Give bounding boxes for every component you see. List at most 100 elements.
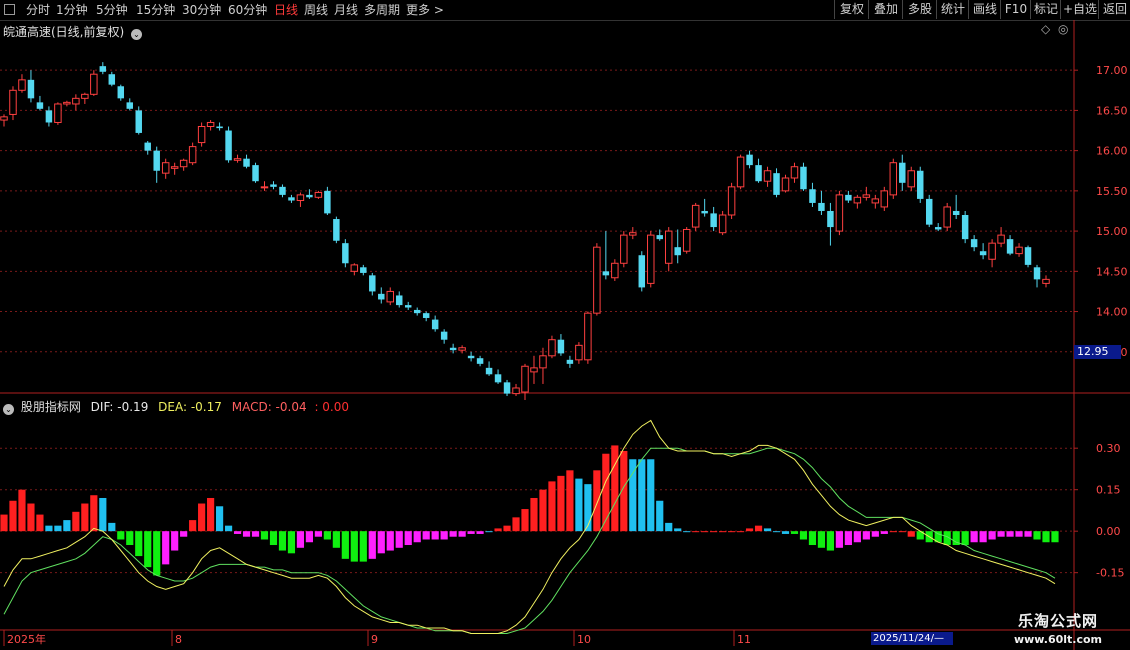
- macd-bar: [54, 525, 62, 532]
- time-tick-label: 9: [371, 633, 378, 646]
- candle-body: [539, 355, 547, 369]
- candle-body: [81, 93, 89, 99]
- macd-bar: [584, 484, 592, 532]
- time-tick-label: 11: [737, 633, 751, 646]
- macd-bar: [970, 531, 978, 543]
- macd-bar: [997, 531, 1005, 537]
- macd-bar: [781, 531, 790, 534]
- macd-bar: [647, 459, 655, 532]
- macd-bar: [790, 531, 799, 534]
- macd-bar: [512, 517, 520, 532]
- macd-bar: [907, 531, 915, 537]
- candle-body: [575, 344, 583, 361]
- macd-bar: [638, 459, 646, 532]
- macd-bar: [153, 531, 161, 576]
- candle-body: [566, 359, 574, 364]
- macd-bar: [45, 525, 53, 532]
- macd-bar: [449, 531, 457, 537]
- candle-body: [252, 165, 259, 182]
- watermark-title: 乐淘公式网: [1017, 612, 1098, 630]
- candle-body: [279, 186, 286, 195]
- macd-bar: [36, 514, 44, 532]
- macd-bar: [215, 506, 224, 532]
- candle-body: [790, 166, 799, 179]
- candle-body: [899, 162, 906, 183]
- candle-body: [108, 74, 116, 85]
- candle-body: [701, 210, 708, 214]
- candle-body: [602, 271, 610, 276]
- macd-bar: [395, 531, 403, 548]
- candle-body: [1033, 267, 1041, 280]
- candle-body: [979, 251, 987, 256]
- candle-body: [260, 186, 269, 189]
- macd-bar: [772, 531, 781, 533]
- macd-bar: [988, 531, 996, 540]
- candle-body: [144, 142, 151, 151]
- macd-bar: [18, 489, 26, 532]
- candle-body: [871, 198, 880, 204]
- candle-body: [378, 293, 385, 300]
- macd-bar: [99, 497, 107, 532]
- macd-bar: [485, 531, 493, 533]
- candle-body: [952, 210, 960, 215]
- candle-body: [467, 355, 475, 359]
- macd-bar: [566, 470, 574, 532]
- candle-body: [296, 194, 305, 202]
- macd-bar: [862, 531, 870, 540]
- candle-body: [988, 242, 996, 260]
- macd-bar: [521, 509, 529, 532]
- candle-body: [880, 190, 889, 208]
- candle-body: [925, 198, 933, 225]
- macd-bar: [674, 528, 682, 532]
- candle-body: [862, 194, 871, 198]
- candle-body: [18, 79, 26, 91]
- macd-bar: [341, 531, 349, 559]
- candle-body: [476, 358, 484, 364]
- candle-body: [216, 126, 223, 129]
- macd-bar: [844, 531, 852, 546]
- candle-body: [188, 146, 197, 164]
- macd-bar: [1042, 531, 1050, 543]
- macd-bar: [853, 531, 861, 543]
- macd-bar: [593, 470, 601, 532]
- macd-bar: [198, 503, 206, 532]
- macd-bar: [889, 531, 897, 533]
- macd-bar: [0, 514, 8, 532]
- macd-bar: [189, 520, 197, 532]
- chart-canvas[interactable]: 17.0016.5016.0015.5015.0014.5014.0013.50…: [0, 0, 1130, 650]
- macd-bar: [611, 445, 619, 532]
- candle-body: [369, 275, 376, 292]
- macd-bar: [359, 531, 367, 562]
- candle-body: [0, 116, 8, 121]
- candle-body: [755, 165, 762, 182]
- candle-body: [943, 206, 951, 228]
- candle-body: [161, 162, 170, 174]
- watermark-url: www.60lt.com: [1013, 633, 1103, 646]
- candle-body: [763, 170, 772, 182]
- candle-body: [656, 235, 663, 240]
- candle-body: [494, 374, 502, 383]
- macd-bar: [736, 531, 745, 533]
- candle-body: [135, 110, 142, 133]
- macd-bar: [539, 489, 547, 532]
- candle-body: [503, 382, 511, 394]
- indicator-tick-label: -0.15: [1096, 567, 1124, 580]
- macd-bar: [701, 531, 709, 533]
- indicator-tick-label: 0.15: [1096, 484, 1121, 497]
- macd-bar: [494, 528, 502, 532]
- dif-line: [3, 419, 1056, 634]
- candle-body: [961, 215, 969, 240]
- candle-body: [818, 202, 825, 211]
- macd-bar: [180, 531, 188, 537]
- candle-body: [620, 234, 628, 264]
- macd-bar: [557, 475, 565, 532]
- candle-body: [233, 158, 242, 161]
- candle-body: [333, 219, 340, 241]
- macd-bar: [413, 531, 421, 543]
- candle-body: [170, 166, 179, 169]
- macd-bar: [260, 531, 269, 540]
- price-tick-label: 16.00: [1096, 145, 1128, 158]
- macd-bar: [745, 528, 754, 532]
- macd-bar: [1006, 531, 1014, 537]
- candle-body: [90, 73, 98, 95]
